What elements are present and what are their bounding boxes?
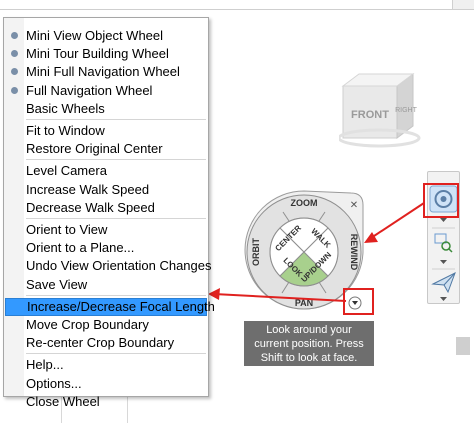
menu-item[interactable]: Orient to a Plane... [5, 239, 207, 257]
navigation-bar[interactable] [427, 171, 460, 304]
navigate-plane-icon[interactable] [431, 271, 456, 294]
menu-item-label: Full Navigation Wheel [26, 82, 153, 98]
menu-item-label: Orient to View [26, 222, 108, 237]
scrollbar-thumb[interactable] [456, 337, 470, 355]
menu-item[interactable]: Close Wheel [5, 393, 207, 411]
plane-dropdown-icon[interactable] [440, 297, 447, 301]
menu-item[interactable]: Full Navigation Wheel [5, 82, 207, 100]
menu-item-label: Mini View Object Wheel [26, 28, 164, 43]
wheel-context-menu[interactable]: Mini View Object Wheel Mini Tour Building… [3, 17, 215, 409]
full-navigation-wheel[interactable]: ✕ ZOOM PAN ORBIT REWIND CENTER WALK LOOK… [243, 189, 369, 317]
menu-item-label: Basic Wheels [26, 100, 105, 116]
menu-item[interactable]: Level Camera [5, 162, 207, 180]
menu-separator [26, 294, 206, 296]
menu-item[interactable]: Orient to View [5, 221, 207, 239]
menu-item-label: Help... [26, 357, 64, 373]
menu-item-label: Undo View Orientation Changes [26, 258, 212, 274]
menu-item[interactable]: Help... [5, 356, 207, 374]
menu-item[interactable]: Move Crop Boundary [5, 316, 207, 334]
menu-item-label: Restore Original Center [26, 141, 163, 157]
menu-separator [26, 119, 206, 120]
wheel-type-icon [11, 50, 18, 58]
menu-item-label: Mini Tour Building Wheel [26, 46, 169, 62]
wheel-rewind-label[interactable]: REWIND [349, 234, 359, 271]
menu-item-label: Mini Full Navigation Wheel [26, 64, 180, 80]
tooltip-line: Look around your [266, 324, 352, 336]
wheel-zoom-label[interactable]: ZOOM [291, 198, 318, 208]
menu-item[interactable]: Fit to Window [5, 122, 207, 140]
menu-item-label: Increase Walk Speed [26, 181, 150, 197]
menu-item[interactable]: Options... [5, 375, 207, 393]
viewcube-icon[interactable]: FRONT RIGHT [339, 72, 431, 152]
tooltip-line: current position. Press [254, 338, 364, 350]
annotation-arrow-wheel [370, 202, 425, 239]
menu-item[interactable]: Decrease Walk Speed [5, 199, 207, 217]
menu-item-label: Level Camera [26, 163, 107, 179]
steering-dropdown-icon[interactable] [440, 218, 447, 222]
top-edge [0, 0, 474, 10]
wheel-type-icon [11, 68, 18, 76]
viewcube-right-label: RIGHT [395, 107, 418, 114]
menu-item-label: Save View [26, 276, 88, 292]
menu-item-label: Decrease Walk Speed [26, 199, 155, 215]
menu-item-label: Close Wheel [26, 393, 100, 409]
menu-item-label: Re-center Crop Boundary [26, 335, 175, 351]
menu-separator [26, 159, 206, 161]
menu-item-label: Increase/Decrease Focal Length [27, 298, 215, 314]
menu-item[interactable]: Mini Full Navigation Wheel [5, 63, 207, 81]
menu-item[interactable]: Re-center Crop Boundary [5, 334, 207, 352]
menu-item[interactable]: Save View [5, 276, 207, 294]
wheel-tooltip: Look around your current position. Press… [244, 321, 374, 366]
menu-separator [26, 218, 206, 219]
menu-item[interactable]: Mini Tour Building Wheel [5, 45, 207, 63]
wheel-type-icon [11, 32, 18, 39]
tooltip-line: Shift to look at face. [260, 352, 358, 364]
zoom-region-button[interactable] [434, 233, 453, 253]
wheel-pan-label[interactable]: PAN [295, 298, 313, 308]
menu-item[interactable]: Undo View Orientation Changes [5, 257, 212, 275]
menu-item-label: Fit to Window [26, 123, 105, 138]
steering-wheel-button[interactable] [429, 185, 458, 213]
zoom-dropdown-icon[interactable] [440, 260, 447, 264]
menu-item-label: Move Crop Boundary [26, 317, 149, 332]
viewcube-front-label: FRONT [351, 109, 389, 121]
menu-item[interactable]: Basic Wheels [5, 100, 207, 118]
menu-item[interactable]: Increase/Decrease Focal Length [5, 297, 215, 316]
wheel-orbit-label[interactable]: ORBIT [251, 238, 261, 267]
menu-item[interactable]: Increase Walk Speed [5, 181, 207, 199]
wheel-type-icon [11, 86, 18, 94]
menu-separator [26, 353, 206, 355]
menu-item[interactable]: Mini View Object Wheel [5, 27, 207, 45]
menu-item[interactable]: Restore Original Center [5, 140, 207, 158]
menu-item-label: Orient to a Plane... [26, 240, 135, 256]
wheel-close-icon[interactable]: ✕ [350, 200, 358, 211]
menu-item-label: Options... [26, 375, 82, 391]
